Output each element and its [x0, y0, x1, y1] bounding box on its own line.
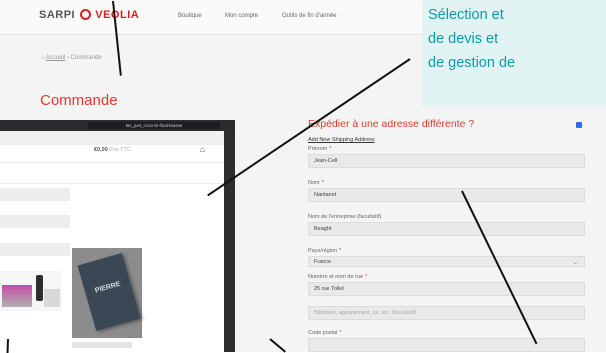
nav-item-boutique[interactable]: Boutique [178, 13, 202, 19]
first-name-label: Prénom * [308, 146, 332, 152]
cart-price-suffix: Prix TTC [109, 147, 131, 153]
street-field[interactable]: 25 rue Tollet [308, 282, 585, 296]
product-box-image [44, 289, 60, 307]
company-label: Nom de l'entreprise (facultatif) [308, 214, 382, 220]
country-select[interactable]: France ⌄ [308, 256, 585, 267]
country-value: France [314, 259, 332, 265]
add-shipping-address-link[interactable]: Add New Shipping Address [308, 137, 375, 143]
page-title: Commande [40, 92, 118, 109]
first-name-field[interactable]: Jean-Cell [308, 154, 585, 168]
screen-field [0, 188, 70, 201]
shipping-address-form: Expédier à une adresse différente ? Add … [300, 112, 592, 352]
laptop-mockup: Bo_just_ccun-bi-final-laosse €0,00 Prix … [0, 120, 235, 352]
product-name-placeholder [72, 342, 132, 348]
laptop-admin-bar: Bo_just_ccun-bi-final-laosse [88, 122, 220, 129]
logo-veolia-text: VEOLIA [95, 9, 140, 21]
logo-sarpi-text: SARPI [39, 9, 76, 21]
ship-different-address-checkbox[interactable] [576, 122, 582, 128]
overlay-text-line: de gestion de [428, 55, 516, 71]
nav-item-outils[interactable]: Outils de fin d'année [282, 13, 337, 19]
screen-field [0, 243, 70, 256]
last-name-label: Nom * [308, 180, 324, 186]
cart-total: €0,00 Prix TTC [94, 147, 131, 153]
laptop-screen-header [0, 131, 224, 145]
overlay-text-line: de devis et [428, 31, 499, 47]
ship-different-address-title: Expédier à une adresse différente ? [308, 118, 475, 130]
laptop-screen: €0,00 Prix TTC ⌂ PIERRE [0, 131, 224, 352]
sarpi-veolia-logo[interactable]: SARPI VEOLIA [39, 9, 139, 21]
product-image[interactable]: PIERRE [72, 248, 142, 338]
overlay-text-line: Sélection et [428, 7, 504, 23]
company-field[interactable]: Beaght [308, 222, 585, 236]
breadcrumb: ⌂ Accueil › Commande [41, 55, 102, 61]
breadcrumb-home-link[interactable]: Accueil [46, 55, 65, 61]
screen-field [0, 215, 70, 228]
postal-code-label: Code postal * [308, 330, 342, 336]
breadcrumb-current: Commande [70, 55, 102, 61]
product-bottle-image [36, 275, 43, 301]
last-name-field[interactable]: Nantanet [308, 188, 585, 202]
country-label: Pays/région * [308, 248, 342, 254]
divider [0, 183, 224, 184]
veolia-ring-icon [79, 9, 91, 20]
book-cover: PIERRE [77, 252, 141, 332]
book-title: PIERRE [94, 280, 122, 295]
laptop-top-bezel: Bo_just_ccun-bi-final-laosse [0, 120, 235, 131]
cart-price: €0,00 [94, 147, 108, 153]
divider [0, 162, 224, 163]
chevron-down-icon: ⌄ [572, 260, 578, 266]
description-overlay: Sélection et de devis et de gestion de [422, 0, 606, 107]
address-line-2-field[interactable]: Bâtiment, appartement, lot, etc. (facult… [308, 306, 585, 320]
postal-code-field[interactable] [308, 338, 585, 352]
basket-icon[interactable]: ⌂ [200, 145, 205, 154]
street-label: Numéro et nom de rue * [308, 274, 368, 280]
nav-item-mon-compte[interactable]: Mon compte [225, 13, 258, 19]
product-thumbnails [0, 271, 62, 311]
product-box-image [2, 285, 32, 307]
